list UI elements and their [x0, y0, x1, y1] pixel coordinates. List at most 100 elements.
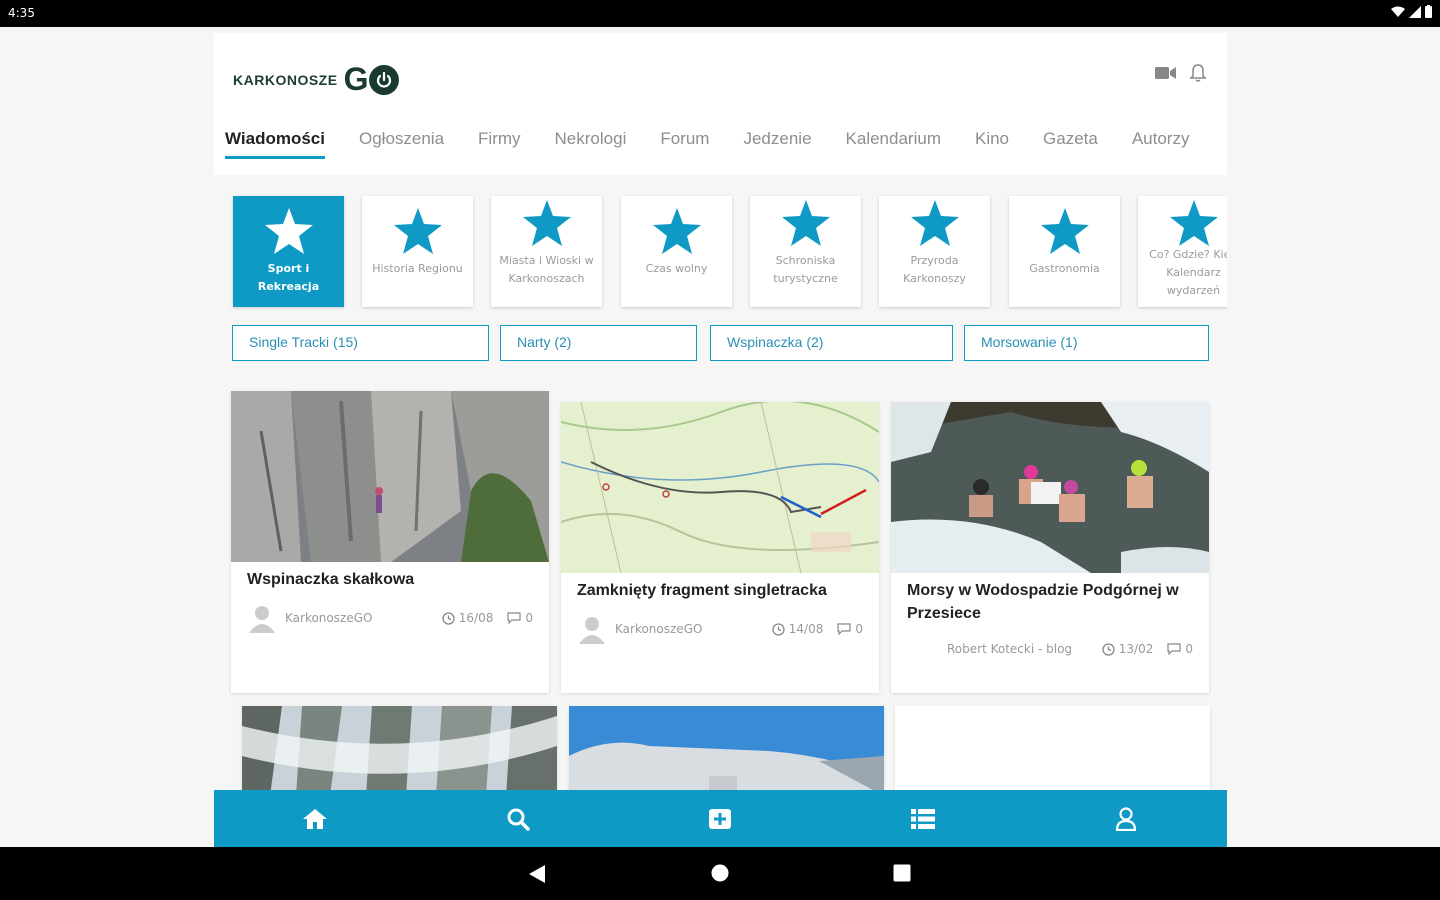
article-card[interactable]: Wspinaczka skałkowa KarkonoszeGO 16/08 0 — [231, 391, 549, 693]
nav-add-post-button[interactable] — [690, 799, 750, 839]
logo[interactable]: KARKONOSZE G — [233, 61, 400, 98]
back-icon[interactable] — [528, 864, 546, 884]
article-author: KarkonoszeGO — [285, 611, 373, 625]
category-card-kalendarz[interactable]: Co? Gdzie? Kie - Kalendarz wydarzeń — [1138, 196, 1227, 307]
clock-icon — [442, 611, 455, 625]
article-title: Zamknięty fragment singletracka — [577, 582, 827, 599]
main-tabs: Wiadomości Ogłoszenia Firmy Nekrologi Fo… — [225, 129, 1223, 159]
system-navigation-bar — [0, 847, 1440, 900]
nav-list-button[interactable] — [893, 799, 953, 839]
avatar-placeholder-icon — [249, 606, 275, 633]
filter-chip-wspinaczka[interactable]: Wspinaczka (2) — [710, 325, 953, 361]
tab-wiadomosci[interactable]: Wiadomości — [225, 129, 325, 159]
home-circle-icon[interactable] — [711, 864, 729, 882]
tab-kalendarium[interactable]: Kalendarium — [846, 129, 941, 159]
bell-icon[interactable] — [1189, 63, 1207, 87]
article-comments-count: 0 — [1185, 642, 1193, 656]
article-card[interactable]: Morsy w Wodospadzie Podgórnej w Przesiec… — [891, 402, 1209, 693]
user-icon — [1115, 806, 1136, 831]
category-label: Historia Regionu — [372, 262, 463, 275]
category-label: Gastronomia — [1029, 262, 1100, 275]
home-icon — [303, 808, 328, 829]
category-label: Przyroda Karkonoszy — [903, 254, 966, 285]
star-icon — [781, 200, 830, 246]
battery-icon — [1425, 5, 1432, 18]
article-card[interactable]: Zamknięty fragment singletracka Karkonos… — [561, 402, 879, 693]
app-window: KARKONOSZE G Wiadomości Ogłoszenia Firmy… — [214, 33, 1227, 848]
star-icon — [1040, 208, 1089, 254]
category-carousel: Sport i Rekreacja Historia Regionu Miast… — [214, 196, 1227, 311]
article-date: 16/08 — [442, 611, 494, 625]
recents-icon[interactable] — [893, 864, 911, 882]
category-card-przyroda[interactable]: Przyroda Karkonoszy — [879, 196, 990, 307]
article-image-map — [561, 402, 879, 573]
star-icon — [652, 208, 701, 254]
category-card-schroniska[interactable]: Schroniska turystyczne — [750, 196, 861, 307]
status-time: 4:35 — [8, 6, 35, 20]
star-icon — [1169, 200, 1218, 246]
category-card-gastronomia[interactable]: Gastronomia — [1009, 196, 1120, 307]
tab-forum[interactable]: Forum — [660, 129, 709, 159]
category-card-czas-wolny[interactable]: Czas wolny — [621, 196, 732, 307]
article-comments-count: 0 — [525, 611, 533, 625]
clock-icon — [772, 622, 785, 636]
category-label: Schroniska turystyczne — [773, 254, 838, 285]
article-image-ice-swimming — [891, 402, 1209, 573]
power-icon — [369, 64, 400, 95]
nav-home-button[interactable] — [285, 799, 345, 839]
search-icon — [507, 808, 530, 831]
avatar-placeholder-icon — [579, 617, 605, 644]
tab-ogloszenia[interactable]: Ogłoszenia — [359, 129, 444, 159]
article-meta: KarkonoszeGO 14/08 0 — [577, 614, 863, 644]
filter-chip-morsowanie[interactable]: Morsowanie (1) — [964, 325, 1209, 361]
category-card-miasta[interactable]: Miasta i Wioski w Karkonoszach — [491, 196, 602, 307]
article-meta: KarkonoszeGO 16/08 0 — [247, 603, 533, 633]
comment-icon — [507, 612, 521, 624]
filter-chip-narty[interactable]: Narty (2) — [500, 325, 697, 361]
tab-firmy[interactable]: Firmy — [478, 129, 520, 159]
article-comments: 0 — [1167, 642, 1193, 656]
article-author: Robert Kotecki - blog — [947, 642, 1073, 656]
article-meta: Robert Kotecki - blog 13/02 0 — [907, 642, 1193, 656]
add-post-icon — [709, 808, 732, 829]
tab-gazeta[interactable]: Gazeta — [1043, 129, 1098, 159]
logo-go-letter: G — [343, 61, 369, 97]
signal-icon — [1409, 5, 1421, 18]
tab-jedzenie[interactable]: Jedzenie — [743, 129, 811, 159]
article-image-rock-climbing — [231, 391, 549, 562]
article-date: 14/08 — [772, 622, 824, 636]
article-author: KarkonoszeGO — [615, 622, 703, 636]
star-icon — [522, 200, 571, 246]
article-title: Morsy w Wodospadzie Podgórnej w Przesiec… — [907, 582, 1179, 622]
list-icon — [911, 808, 936, 829]
nav-profile-button[interactable] — [1096, 799, 1156, 839]
status-bar: 4:35 — [0, 0, 1440, 27]
star-icon — [393, 208, 442, 254]
category-label: Sport i Rekreacja — [257, 262, 320, 293]
nav-search-button[interactable] — [488, 799, 548, 839]
tab-kino[interactable]: Kino — [975, 129, 1009, 159]
category-label: Czas wolny — [645, 262, 708, 275]
article-date: 13/02 — [1102, 642, 1153, 656]
video-camera-icon[interactable] — [1155, 65, 1177, 85]
wifi-icon — [1391, 6, 1405, 17]
tab-autorzy[interactable]: Autorzy — [1132, 129, 1190, 159]
article-title: Wspinaczka skałkowa — [247, 571, 415, 588]
header-actions — [1155, 63, 1207, 87]
status-icons — [1391, 5, 1432, 18]
category-label: Miasta i Wioski w Karkonoszach — [499, 254, 594, 285]
article-comments: 0 — [837, 622, 863, 636]
logo-go: G — [344, 61, 400, 98]
filter-chip-single-tracki[interactable]: Single Tracki (15) — [232, 325, 489, 361]
category-card-historia[interactable]: Historia Regionu — [362, 196, 473, 307]
article-date-text: 16/08 — [458, 611, 494, 625]
star-icon — [910, 200, 959, 246]
clock-icon — [1102, 642, 1115, 656]
article-comments: 0 — [507, 611, 533, 625]
logo-text: KARKONOSZE — [233, 71, 338, 88]
article-date-text: 14/08 — [788, 622, 824, 636]
app-header: KARKONOSZE G Wiadomości Ogłoszenia Firmy… — [214, 33, 1227, 175]
category-card-sport[interactable]: Sport i Rekreacja — [233, 196, 344, 307]
bottom-navigation — [214, 790, 1227, 847]
tab-nekrologi[interactable]: Nekrologi — [555, 129, 627, 159]
